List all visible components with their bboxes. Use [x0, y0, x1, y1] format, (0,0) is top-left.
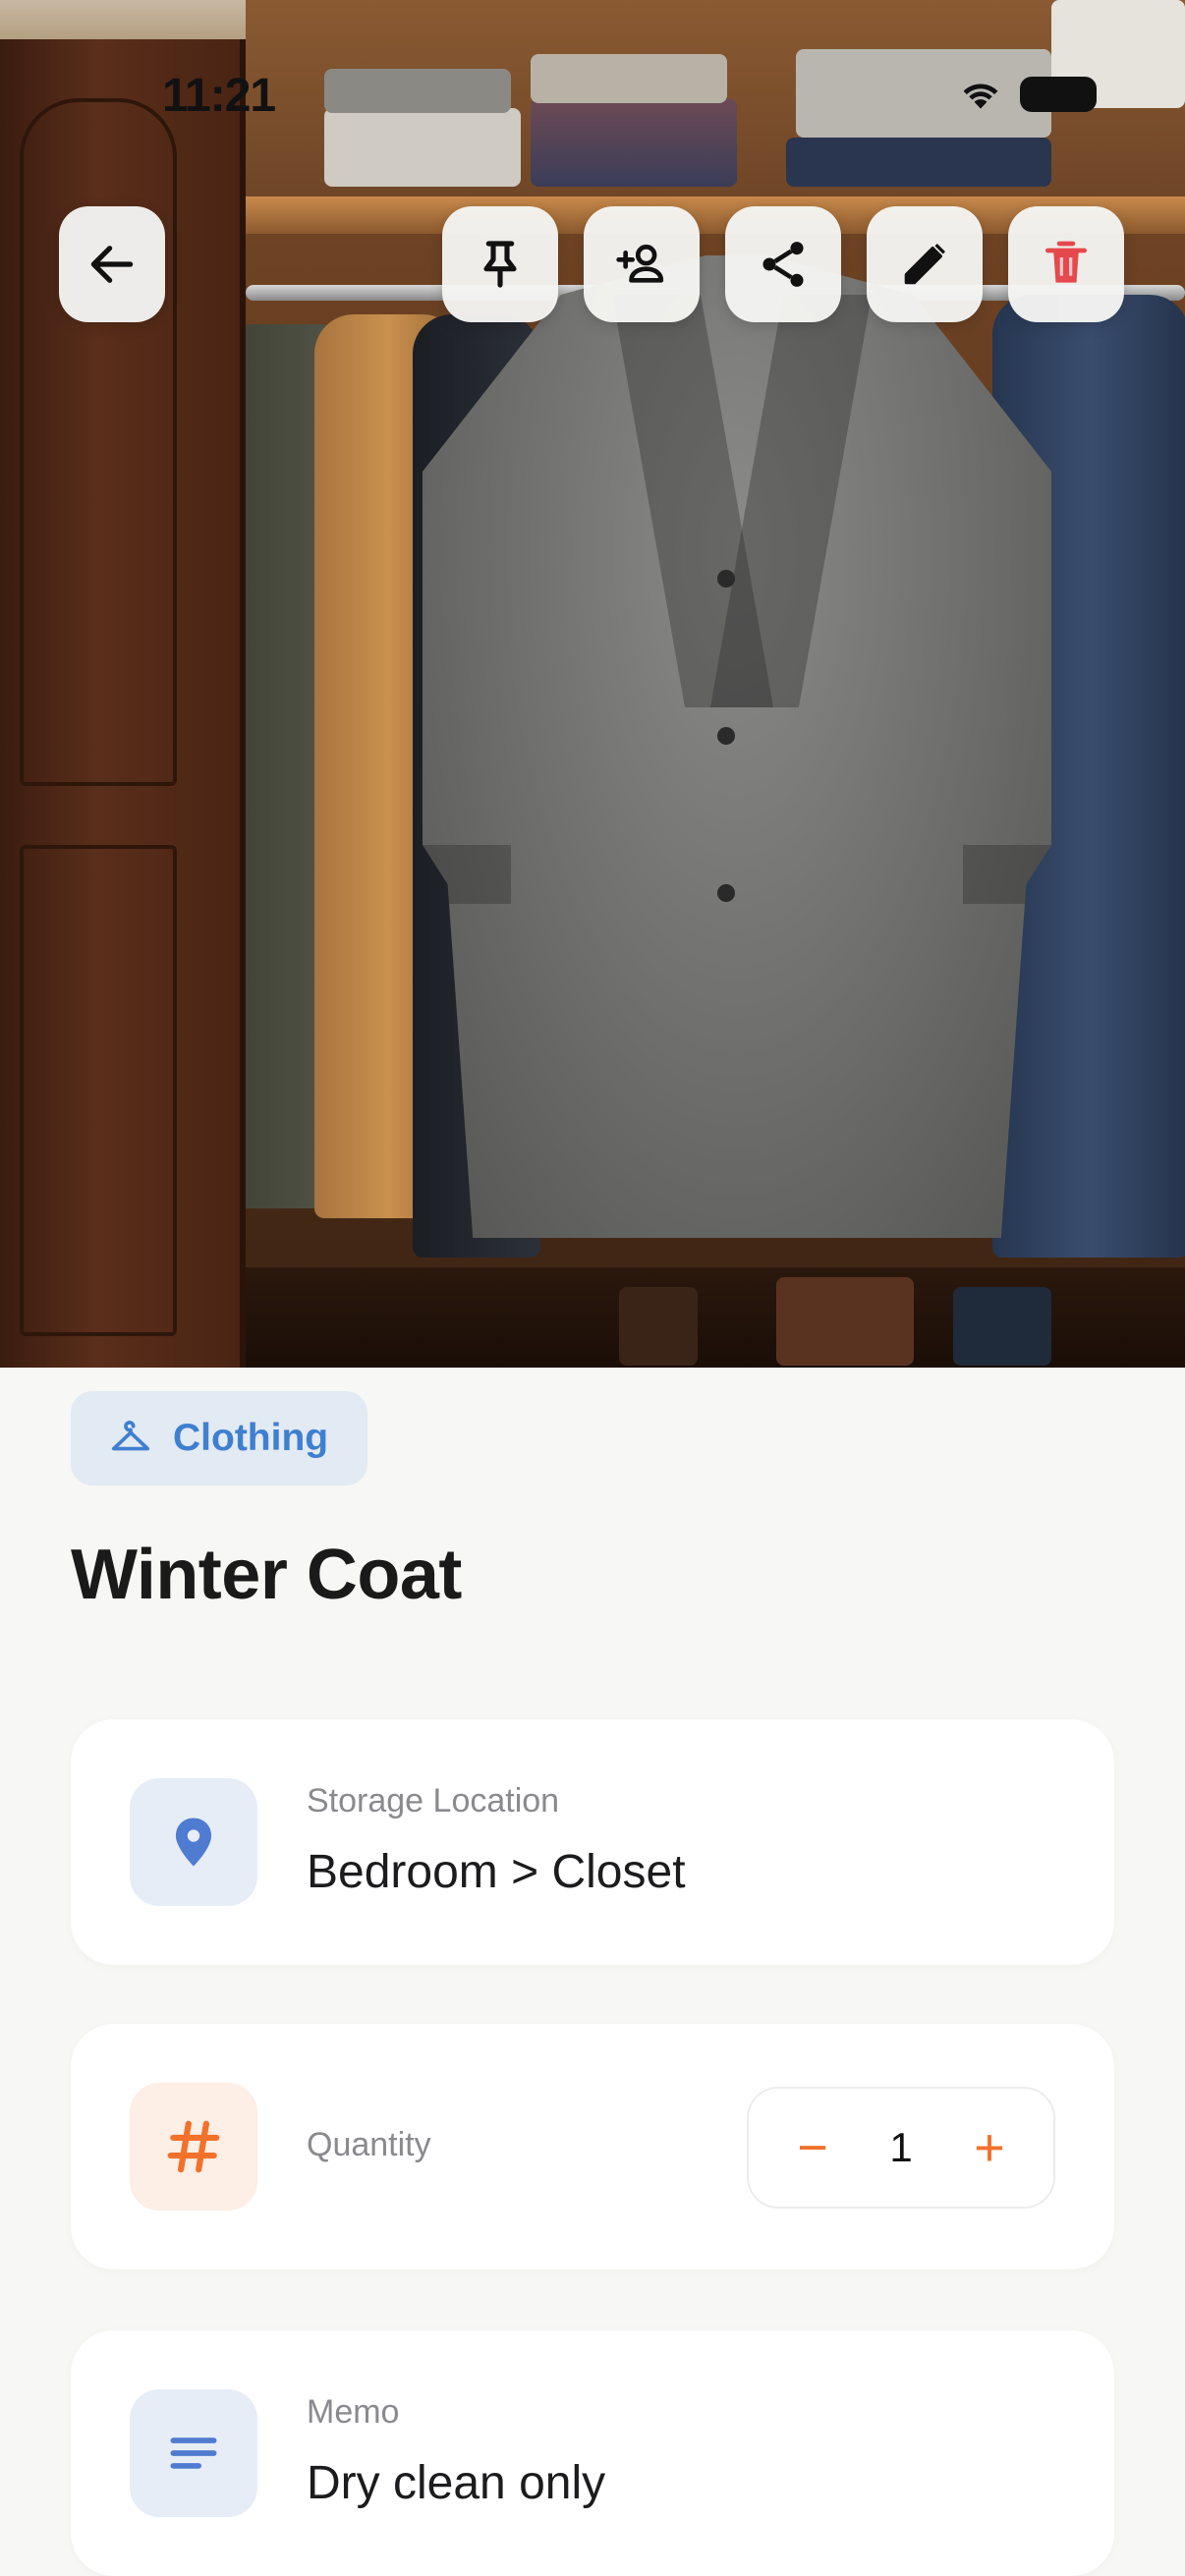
pin-button[interactable] — [442, 206, 558, 322]
wifi-icon — [963, 84, 998, 109]
increment-button[interactable]: + — [965, 2121, 1014, 2174]
item-detail-content: Clothing Winter Coat Storage Location Be… — [0, 1368, 1185, 2576]
location-pin-icon — [175, 1818, 212, 1867]
quantity-icon-tile — [130, 2083, 257, 2211]
photo-shelf — [246, 0, 1185, 226]
back-button[interactable] — [59, 206, 165, 322]
edit-button[interactable] — [867, 206, 983, 322]
location-icon-tile — [130, 1778, 257, 1906]
hash-icon — [167, 2120, 220, 2173]
battery-icon — [1020, 77, 1097, 112]
category-chip[interactable]: Clothing — [71, 1391, 368, 1485]
quantity-stepper: − 1 + — [747, 2087, 1055, 2209]
add-person-button[interactable] — [584, 206, 700, 322]
status-indicators — [959, 77, 1097, 112]
item-title: Winter Coat — [71, 1536, 462, 1614]
quantity-card: Quantity − 1 + — [71, 2024, 1114, 2269]
storage-location-card[interactable]: Storage Location Bedroom > Closet — [71, 1719, 1114, 1965]
delete-button[interactable] — [1008, 206, 1124, 322]
storage-location-label: Storage Location — [307, 1782, 560, 1820]
person-add-icon — [616, 244, 664, 283]
hanger-icon — [111, 1421, 150, 1451]
quantity-value: 1 — [889, 2124, 913, 2170]
photo-main-coat — [423, 255, 1051, 1238]
storage-location-value: Bedroom > Closet — [307, 1846, 686, 1898]
item-photo — [0, 0, 1185, 1368]
status-time: 11:21 — [162, 70, 276, 122]
pin-icon — [483, 241, 517, 288]
memo-label: Memo — [307, 2393, 400, 2431]
quantity-label: Quantity — [307, 2126, 431, 2163]
decrement-button[interactable]: − — [788, 2121, 837, 2174]
memo-value: Dry clean only — [307, 2457, 606, 2509]
notes-icon — [170, 2437, 217, 2469]
memo-card[interactable]: Memo Dry clean only — [71, 2330, 1114, 2576]
pencil-icon — [904, 244, 945, 285]
arrow-left-icon — [90, 246, 134, 283]
photo-floor-shoes — [246, 1267, 1185, 1368]
category-label: Clothing — [173, 1417, 329, 1459]
share-button[interactable] — [725, 206, 841, 322]
share-icon — [762, 242, 804, 287]
memo-icon-tile — [130, 2389, 257, 2517]
trash-icon — [1045, 241, 1087, 283]
